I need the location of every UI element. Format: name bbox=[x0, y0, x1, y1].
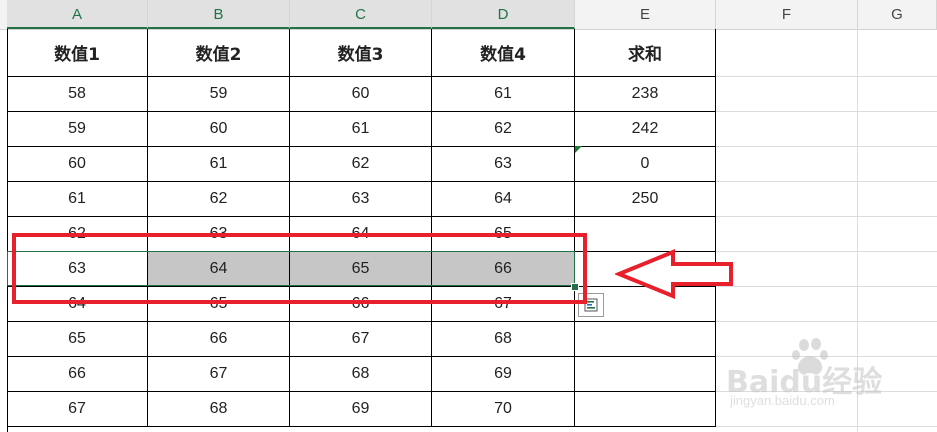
table-cell[interactable]: 0 bbox=[575, 147, 716, 182]
gridline bbox=[716, 391, 937, 392]
gridline bbox=[716, 181, 937, 182]
table-cell[interactable]: 67 bbox=[7, 392, 148, 427]
table-cell[interactable]: 60 bbox=[7, 147, 148, 182]
table-cell[interactable]: 68 bbox=[432, 322, 575, 357]
table-cell[interactable] bbox=[575, 217, 716, 252]
quick-analysis-icon[interactable] bbox=[578, 293, 604, 317]
table-cell[interactable]: 60 bbox=[290, 77, 432, 112]
table-cell[interactable]: 63 bbox=[148, 217, 290, 252]
quick-analysis-glyph bbox=[584, 298, 598, 312]
table-cell[interactable] bbox=[575, 322, 716, 357]
table-cell[interactable]: 62 bbox=[290, 147, 432, 182]
table-cell[interactable]: 64 bbox=[148, 252, 290, 287]
table-cell[interactable]: 65 bbox=[148, 287, 290, 322]
table-cell[interactable]: 69 bbox=[290, 392, 432, 427]
gridline bbox=[716, 321, 937, 322]
table-cell[interactable]: 61 bbox=[290, 112, 432, 147]
header-cell[interactable]: 求和 bbox=[575, 29, 716, 77]
table-cell[interactable]: 58 bbox=[7, 77, 148, 112]
gridline bbox=[716, 286, 937, 287]
table-cell[interactable]: 59 bbox=[148, 77, 290, 112]
table-cell[interactable]: 61 bbox=[148, 147, 290, 182]
table-cell[interactable]: 63 bbox=[7, 252, 148, 287]
gridline bbox=[716, 216, 937, 217]
table-cell[interactable]: 250 bbox=[575, 182, 716, 217]
column-header-a[interactable]: A bbox=[7, 0, 148, 29]
table-cell[interactable]: 70 bbox=[432, 392, 575, 427]
table-cell[interactable]: 68 bbox=[290, 357, 432, 392]
table-cell[interactable]: 67 bbox=[290, 322, 432, 357]
table-cell[interactable]: 238 bbox=[575, 77, 716, 112]
table-cell[interactable]: 64 bbox=[290, 217, 432, 252]
table-cell[interactable]: 65 bbox=[290, 252, 432, 287]
table-cell[interactable]: 242 bbox=[575, 112, 716, 147]
header-cell[interactable]: 数值3 bbox=[290, 29, 432, 77]
table-cell[interactable]: 63 bbox=[432, 147, 575, 182]
gridline bbox=[716, 426, 937, 427]
fill-handle[interactable] bbox=[571, 283, 579, 291]
column-header-f[interactable]: F bbox=[716, 0, 858, 29]
gridline bbox=[716, 111, 937, 112]
table-cell[interactable]: 61 bbox=[432, 77, 575, 112]
column-header-g[interactable]: G bbox=[858, 0, 937, 29]
table-cell[interactable]: 62 bbox=[7, 217, 148, 252]
table-cell[interactable] bbox=[575, 392, 716, 427]
table-cell[interactable] bbox=[575, 357, 716, 392]
header-cell[interactable]: 数值2 bbox=[148, 29, 290, 77]
gridline bbox=[716, 356, 937, 357]
column-header-e[interactable]: E bbox=[575, 0, 716, 29]
error-indicator-icon[interactable] bbox=[575, 146, 582, 153]
table-cell[interactable]: 66 bbox=[148, 322, 290, 357]
table-cell[interactable]: 63 bbox=[290, 182, 432, 217]
gridline bbox=[857, 29, 858, 432]
table-cell[interactable]: 67 bbox=[148, 357, 290, 392]
table-cell[interactable]: 60 bbox=[148, 112, 290, 147]
table-cell[interactable]: 62 bbox=[148, 182, 290, 217]
gridline bbox=[716, 251, 937, 252]
spreadsheet-grid[interactable]: 数值1 数值2 数值3 数值4 求和 58 59 60 61 238 59 60 61 62 242 60 61… bbox=[0, 29, 937, 432]
table-cell[interactable]: 59 bbox=[7, 112, 148, 147]
gridline bbox=[716, 146, 937, 147]
header-cell[interactable]: 数值1 bbox=[7, 29, 148, 77]
column-header-c[interactable]: C bbox=[290, 0, 432, 29]
table-cell[interactable]: 64 bbox=[432, 182, 575, 217]
gridline bbox=[716, 76, 937, 77]
table-cell[interactable]: 66 bbox=[432, 252, 575, 287]
table-cell[interactable]: 66 bbox=[290, 287, 432, 322]
table-left-border bbox=[7, 29, 8, 432]
table-cell[interactable] bbox=[575, 252, 716, 287]
table-cell[interactable]: 68 bbox=[148, 392, 290, 427]
table-cell[interactable]: 66 bbox=[7, 357, 148, 392]
table-cell[interactable]: 65 bbox=[7, 322, 148, 357]
column-header-d[interactable]: D bbox=[432, 0, 575, 29]
column-header-b[interactable]: B bbox=[148, 0, 290, 29]
column-header-row: ABCDEFG bbox=[0, 0, 937, 30]
table-cell[interactable]: 69 bbox=[432, 357, 575, 392]
table-cell[interactable]: 67 bbox=[432, 287, 575, 322]
table-cell[interactable]: 62 bbox=[432, 112, 575, 147]
header-cell[interactable]: 数值4 bbox=[432, 29, 575, 77]
table-cell[interactable]: 65 bbox=[432, 217, 575, 252]
table-cell[interactable]: 64 bbox=[7, 287, 148, 322]
table-cell[interactable]: 61 bbox=[7, 182, 148, 217]
